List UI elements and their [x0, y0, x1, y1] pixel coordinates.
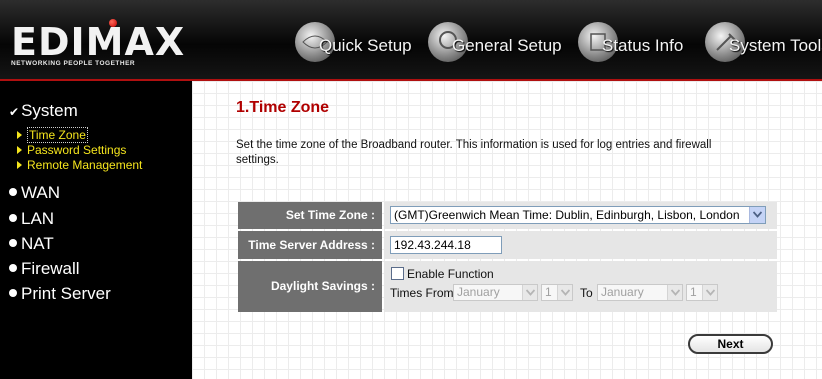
sidebar-item-print-server[interactable]: Print Server: [9, 284, 111, 304]
enable-function-checkbox[interactable]: Enable Function: [391, 267, 494, 281]
chevron-down-icon[interactable]: [667, 285, 682, 300]
next-button[interactable]: Next: [688, 334, 773, 354]
edimax-logo: EDIMAX NETWORKING PEOPLE TOGETHER: [11, 19, 184, 70]
bullet-icon: [9, 288, 17, 297]
daylight-savings-label: Daylight Savings :: [238, 261, 382, 312]
time-server-cell: 192.43.244.18: [384, 231, 777, 259]
times-from-label: Times From: [390, 286, 454, 300]
time-zone-select[interactable]: (GMT)Greenwich Mean Time: Dublin, Edinbu…: [390, 206, 766, 224]
bullet-icon: [9, 238, 17, 247]
header-bar: EDIMAX NETWORKING PEOPLE TOGETHER Quick …: [0, 0, 822, 81]
enable-function-label: Enable Function: [407, 267, 494, 281]
from-day-value: 1: [545, 285, 552, 299]
sidebar-subitem-time-zone[interactable]: Time Zone: [17, 127, 88, 143]
bullet-icon: [9, 213, 17, 222]
to-label: To: [580, 286, 593, 300]
from-day-select[interactable]: 1: [541, 284, 573, 301]
sidebar-item-lan[interactable]: LAN: [9, 209, 54, 229]
sidebar-subitem-label: Remote Management: [27, 158, 143, 172]
logo-dot: [109, 19, 117, 27]
to-month-value: January: [601, 285, 644, 299]
bullet-icon: [9, 187, 17, 196]
sidebar-subitem-label: Password Settings: [27, 143, 127, 157]
from-month-select[interactable]: January: [453, 284, 538, 301]
time-zone-form: Set Time Zone : (GMT)Greenwich Mean Time…: [238, 202, 777, 312]
from-month-value: January: [457, 285, 500, 299]
logo-wordmark: EDIMAX: [11, 20, 186, 64]
to-day-value: 1: [690, 285, 697, 299]
sidebar-item-label: NAT: [21, 234, 54, 253]
sidebar-item-label: Print Server: [21, 284, 111, 303]
nav-general-setup-label: General Setup: [452, 36, 562, 55]
arrow-right-icon: [17, 160, 22, 169]
arrow-right-icon: [17, 130, 22, 139]
nav-system-tools[interactable]: System Tools: [705, 22, 822, 66]
sidebar-item-system[interactable]: ✔ System: [9, 101, 78, 121]
checkbox-box[interactable]: [391, 267, 404, 281]
sidebar-item-wan[interactable]: WAN: [9, 183, 60, 203]
nav-quick-setup[interactable]: Quick Setup: [295, 22, 415, 66]
sidebar-item-label: Firewall: [21, 259, 80, 278]
chevron-down-icon[interactable]: [702, 285, 717, 300]
time-server-label: Time Server Address :: [238, 231, 382, 259]
chevron-down-icon[interactable]: [749, 207, 765, 223]
page-description: Set the time zone of the Broadband route…: [236, 139, 712, 166]
bullet-icon: [9, 263, 17, 272]
sidebar-subitem-remote-management[interactable]: Remote Management: [17, 158, 142, 172]
time-zone-label: Set Time Zone :: [238, 202, 382, 229]
arrow-right-icon: [17, 145, 22, 154]
sidebar-item-label: LAN: [21, 209, 55, 228]
to-day-select[interactable]: 1: [686, 284, 718, 301]
sidebar-item-label: System: [21, 101, 78, 120]
sidebar-item-label: WAN: [21, 183, 61, 202]
sidebar-item-firewall[interactable]: Firewall: [9, 259, 80, 279]
main-content: 1.Time Zone Set the time zone of the Bro…: [192, 81, 822, 379]
time-zone-select-value: (GMT)Greenwich Mean Time: Dublin, Edinbu…: [394, 208, 740, 222]
time-server-input[interactable]: 192.43.244.18: [390, 236, 502, 254]
to-month-select[interactable]: January: [597, 284, 683, 301]
page-title: 1.Time Zone: [236, 99, 330, 116]
nav-status-info-label: Status Info: [602, 36, 684, 55]
nav-quick-setup-label: Quick Setup: [319, 36, 412, 55]
chevron-down-icon[interactable]: [557, 285, 572, 300]
sidebar-item-nat[interactable]: NAT: [9, 234, 54, 254]
logo-tagline: NETWORKING PEOPLE TOGETHER: [11, 60, 136, 67]
sidebar-subitem-password-settings[interactable]: Password Settings: [17, 143, 126, 157]
daylight-savings-cell: Enable Function Times From January 1 To: [384, 261, 777, 312]
sidebar-subitem-label: Time Zone: [27, 127, 88, 143]
nav-system-tools-label: System Tools: [729, 36, 822, 55]
nav-status-info[interactable]: Status Info: [578, 22, 696, 66]
sidebar: ✔ System Time Zone Password Settings Remo…: [0, 81, 192, 379]
nav-general-setup[interactable]: General Setup: [428, 22, 568, 66]
chevron-down-icon[interactable]: [522, 285, 537, 300]
checkmark-icon: ✔: [9, 105, 20, 119]
time-zone-cell: (GMT)Greenwich Mean Time: Dublin, Edinbu…: [384, 202, 777, 229]
